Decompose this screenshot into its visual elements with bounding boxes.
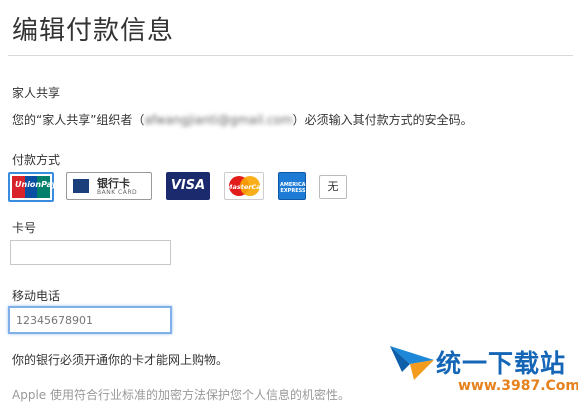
bank-card-option[interactable]: 银行卡 BANK CARD	[66, 172, 152, 200]
mastercard-option[interactable]: MasterCard	[224, 172, 264, 200]
bank-card-sublabel: BANK CARD	[97, 189, 138, 196]
security-note: Apple 使用符合行业标准的加密方法保护您个人信息的机密性。	[12, 388, 350, 402]
unionpay-option[interactable]: UnionPay	[8, 172, 57, 202]
family-message-prefix: 您的“家人共享”组织者（	[12, 113, 145, 127]
no-payment-option[interactable]: 无	[319, 175, 347, 199]
amex-logo-text: AMERICAN EXPRESS	[280, 182, 310, 194]
payment-method-heading: 付款方式	[12, 153, 61, 167]
organizer-email: afwangjianti@gmail.com	[144, 113, 293, 127]
page-title: 编辑付款信息	[12, 16, 175, 46]
unionpay-label: UnionPay	[15, 180, 57, 189]
card-number-input[interactable]	[10, 240, 171, 265]
visa-option[interactable]: VISA	[166, 172, 210, 200]
watermark-logo-icon	[390, 346, 434, 380]
title-divider	[8, 55, 573, 56]
mastercard-logo-text: MasterCard	[226, 183, 264, 191]
bank-online-shopping-note: 你的银行必须开通你的卡才能网上购物。	[12, 353, 229, 367]
watermark: 统一下载站 www.3987.Com	[388, 340, 578, 402]
visa-logo-text: VISA	[170, 178, 206, 193]
mobile-phone-label: 移动电话	[12, 289, 61, 303]
amex-option[interactable]: AMERICAN EXPRESS	[278, 172, 310, 200]
watermark-url: www.3987.Com	[458, 378, 578, 394]
mobile-phone-input[interactable]	[8, 306, 172, 334]
family-message-suffix: ）必须输入其付款方式的安全码。	[292, 113, 473, 127]
watermark-title: 统一下载站	[436, 349, 567, 378]
family-sharing-heading: 家人共享	[12, 86, 61, 100]
bank-icon	[73, 179, 89, 193]
card-number-label: 卡号	[12, 221, 37, 235]
no-payment-label: 无	[327, 180, 339, 193]
family-sharing-message: 您的“家人共享”组织者（afwangjianti@gmail.com）必须输入其…	[12, 111, 473, 128]
